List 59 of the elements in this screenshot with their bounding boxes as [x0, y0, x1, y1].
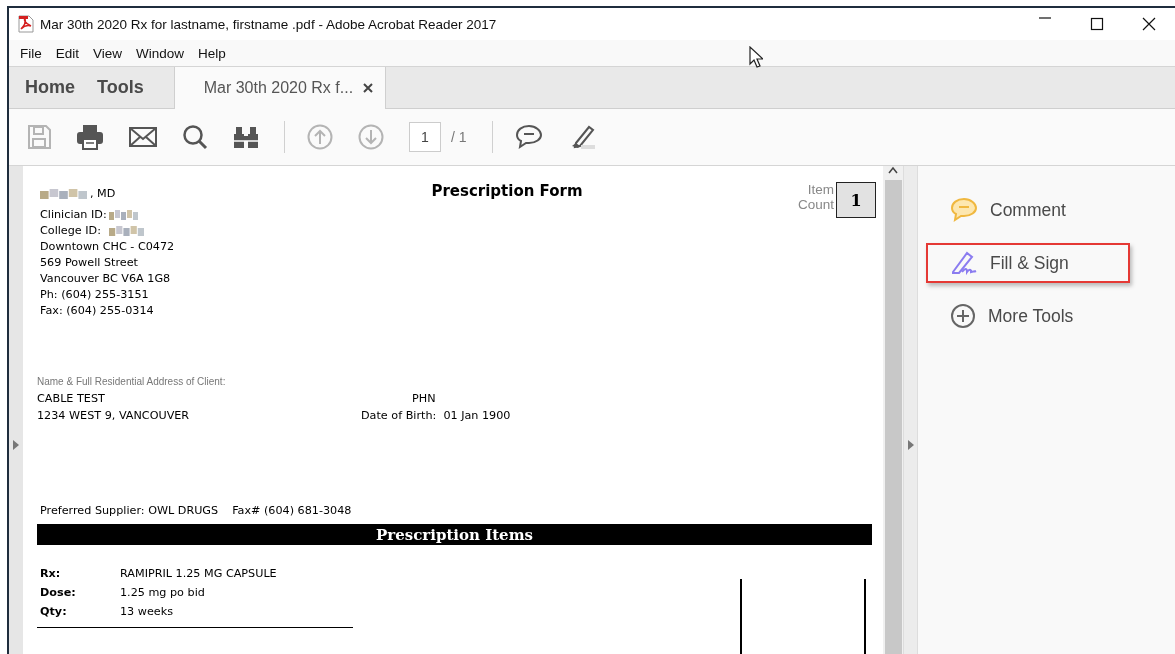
address-line: Ph: (604) 255-3151 — [40, 287, 149, 303]
client-address: 1234 WEST 9, VANCOUVER — [37, 408, 191, 424]
address-line: 569 Powell Street — [40, 255, 138, 271]
section-header: Prescription Items — [37, 524, 872, 545]
rx-field-value: 1.25 mg po bid — [120, 585, 206, 601]
expand-arrow-icon — [13, 440, 19, 450]
clinician-id-label: Clinician ID: — [40, 207, 107, 223]
college-id-label: College ID: — [40, 223, 101, 239]
prescriber-name-suffix: , MD — [90, 186, 116, 202]
item-count-value: 1 — [836, 182, 876, 218]
page-total: / 1 — [451, 129, 467, 145]
address-line: Downtown CHC - C0472 — [40, 239, 175, 255]
rx-field-label: Dose: — [40, 585, 77, 601]
item-count-label: Item Count — [796, 182, 834, 212]
menu-item[interactable]: View — [86, 45, 130, 61]
rx-field-value: RAMIPRIL 1.25 MG CAPSULE — [120, 566, 278, 582]
form-title: Prescription Form — [430, 182, 584, 200]
binoculars-icon[interactable] — [233, 125, 259, 149]
address-line: Fax: (604) 255-0314 — [40, 303, 154, 319]
client-name: CABLE TEST — [37, 391, 106, 407]
tool-item[interactable]: Fill & Sign — [926, 243, 1130, 283]
maximize-icon — [1090, 17, 1104, 31]
tool-item[interactable]: More Tools — [926, 296, 1126, 336]
nav-tab[interactable]: Home — [9, 67, 81, 108]
menu-item[interactable]: Edit — [48, 45, 87, 61]
minimize-icon — [1038, 17, 1052, 19]
redacted-text-drawing — [40, 188, 88, 200]
close-icon — [363, 83, 374, 93]
preferred-supplier: Preferred Supplier: OWL DRUGS — [40, 504, 219, 517]
scroll-up-icon — [888, 166, 898, 174]
redacted-text-drawing — [108, 225, 145, 237]
pdf-file-icon — [18, 15, 34, 33]
menu-item[interactable]: Help — [191, 45, 233, 61]
window-title: Mar 30th 2020 Rx for lastname, firstname .pdf - Adobe Acrobat Reader 2017 — [40, 16, 498, 32]
speech-bubble-icon — [950, 197, 978, 223]
rx-field-label: Qty: — [40, 604, 68, 620]
menu-item[interactable]: File — [13, 45, 49, 61]
nav-tab[interactable]: Tools — [81, 67, 174, 108]
pen-signature-icon — [950, 250, 978, 276]
rx-field-label: Rx: — [40, 566, 62, 582]
search-icon[interactable] — [182, 124, 208, 150]
redacted-text-drawing — [108, 209, 139, 221]
phn-label: PHN — [411, 391, 437, 407]
close-icon — [1142, 17, 1156, 31]
client-label: Name & Full Residential Address of Client: — [37, 376, 227, 387]
page-number-field[interactable]: 1 — [409, 122, 441, 152]
plus-circle-icon — [950, 303, 976, 329]
rx-field-value: 13 weeks — [120, 604, 174, 620]
address-line: Vancouver BC V6A 1G8 — [40, 271, 171, 287]
tool-item[interactable]: Comment — [926, 190, 1118, 230]
menu-item[interactable]: Window — [129, 45, 192, 61]
envelope-icon[interactable] — [129, 126, 157, 148]
print-icon[interactable] — [76, 124, 104, 150]
supplier-fax: Fax# (604) 681-3048 — [232, 504, 352, 517]
speech-bubble-icon[interactable] — [514, 124, 543, 150]
expand-arrow-icon — [907, 440, 914, 450]
document-tab[interactable]: Mar 30th 2020 Rx f... — [173, 67, 387, 109]
scrollbar-thumb[interactable] — [884, 180, 902, 654]
date-of-birth: Date of Birth: 01 Jan 1900 — [361, 408, 512, 424]
